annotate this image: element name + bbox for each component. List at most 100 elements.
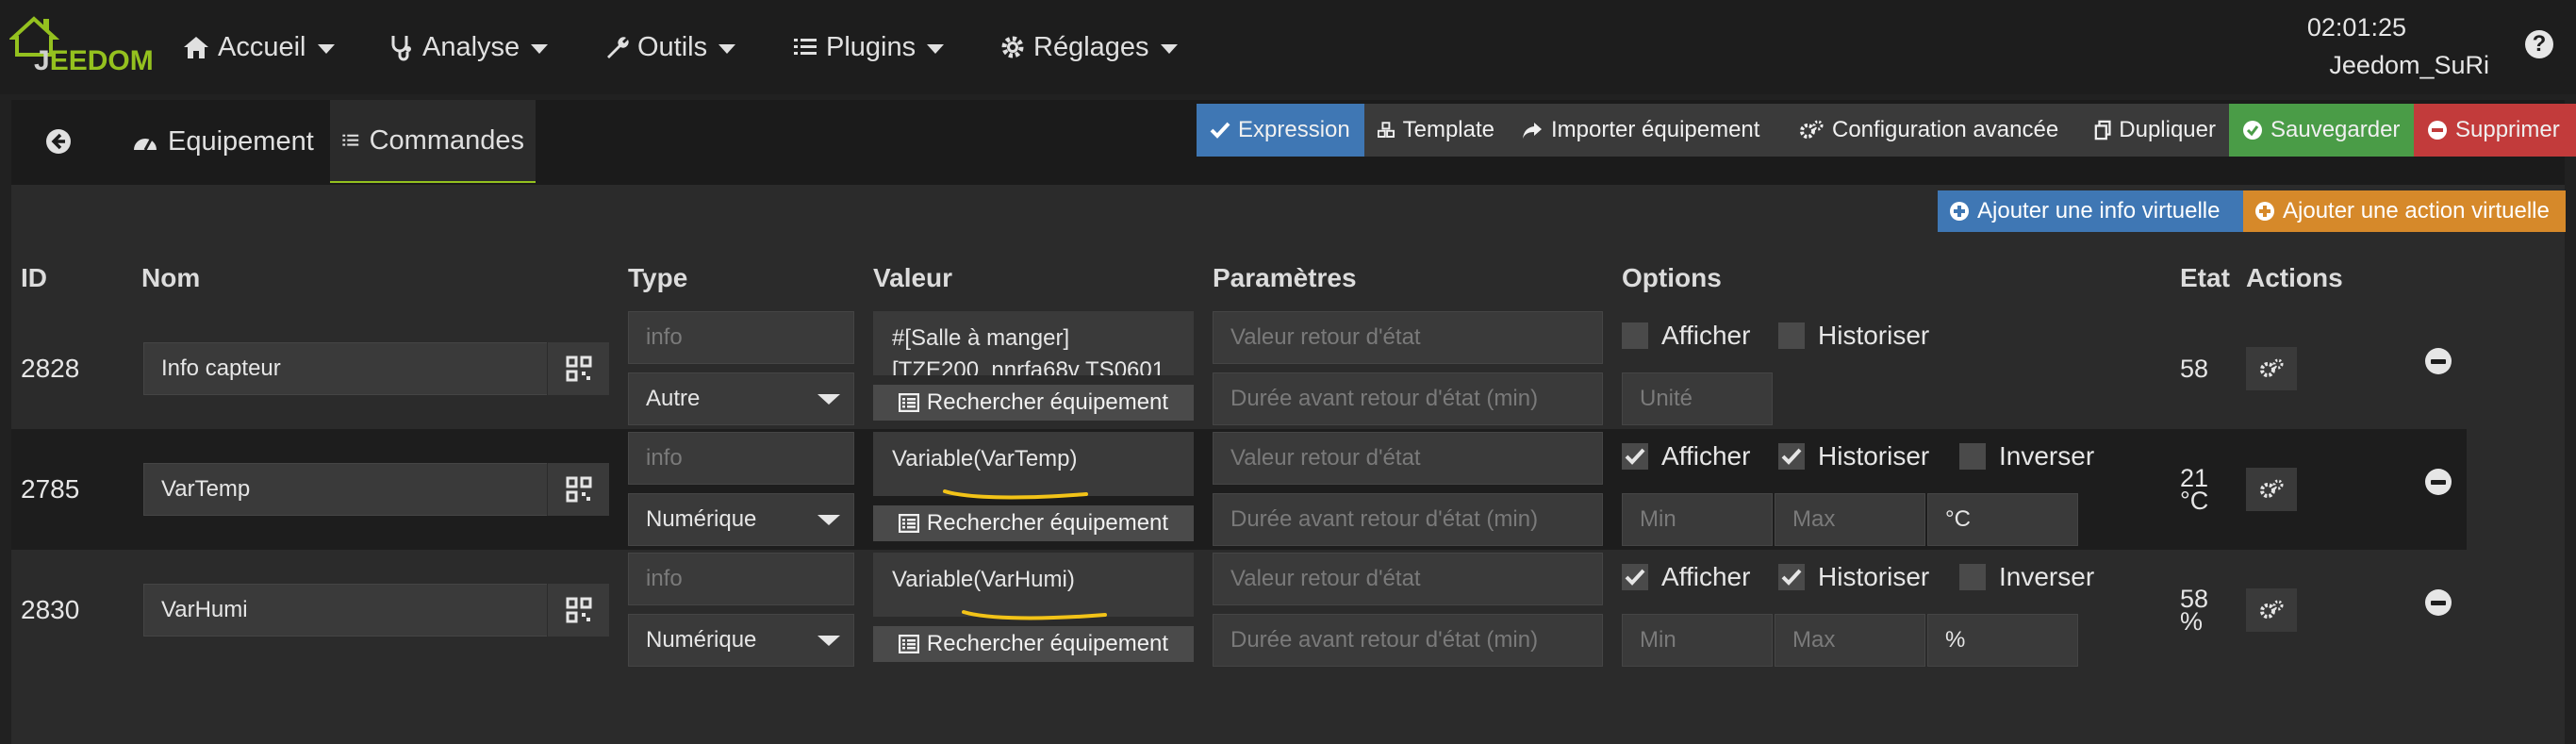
search-equipment-button[interactable]: Rechercher équipement <box>873 505 1194 541</box>
cmd-value-field[interactable]: #[Salle à manger] [TZE200_nnrfa68v TS060… <box>873 311 1194 375</box>
tab-commandes[interactable]: Commandes <box>330 100 536 183</box>
back-tab[interactable] <box>30 100 96 183</box>
remove-command-icon[interactable] <box>2425 348 2452 374</box>
search-equipment-button[interactable]: Rechercher équipement <box>873 385 1194 421</box>
historiser-checkbox[interactable]: Historiser <box>1778 562 1929 592</box>
cogs-icon <box>2260 479 2284 498</box>
cmd-subtype-select[interactable]: Numérique <box>628 493 854 546</box>
add-virtual-action-button[interactable]: Ajouter une action virtuelle <box>2243 190 2566 232</box>
menu-accueil[interactable]: Accueil <box>182 28 335 66</box>
unit-input[interactable]: % <box>1927 614 2078 667</box>
duplicate-label: Dupliquer <box>2119 117 2216 142</box>
clock: 02:01:25 <box>2306 13 2406 41</box>
configure-command-button[interactable] <box>2246 588 2297 632</box>
checkbox-box <box>1778 322 1805 349</box>
menu-analyse[interactable]: Analyse <box>388 28 549 66</box>
state-value-line-2: °C <box>2180 487 2209 515</box>
cmd-id: 2785 <box>21 474 80 504</box>
cmd-name-input[interactable]: VarHumi <box>143 584 558 637</box>
menu-outils[interactable]: Outils <box>603 28 736 66</box>
plus-circle-icon <box>2255 202 2274 221</box>
return-value-input[interactable]: Valeur retour d'état <box>1213 432 1603 485</box>
afficher-checkbox[interactable]: Afficher <box>1622 321 1750 351</box>
tab-equipement[interactable]: Equipement <box>121 100 325 183</box>
add-virtual-info-button[interactable]: Ajouter une info virtuelle <box>1938 190 2243 232</box>
tab-equipement-label: Equipement <box>168 125 314 157</box>
arrow-circle-left-icon <box>46 129 71 154</box>
jeedom-logo[interactable]: JEEDOM <box>9 13 154 79</box>
cmd-subtype-select[interactable]: Autre <box>628 372 854 425</box>
menu-outils-label: Outils <box>637 31 708 62</box>
menu-plugins[interactable]: Plugins <box>792 28 945 66</box>
cmd-name-input[interactable]: Info capteur <box>143 342 558 395</box>
cmd-name-input[interactable]: VarTemp <box>143 463 558 516</box>
duplicate-button[interactable]: Dupliquer <box>2081 104 2229 157</box>
select-icon-button[interactable] <box>547 463 609 516</box>
username[interactable]: Jeedom_SuRi <box>2329 51 2489 80</box>
delete-button[interactable]: Supprimer <box>2414 104 2576 157</box>
menu-analyse-label: Analyse <box>422 31 520 62</box>
cmd-id: 2830 <box>21 595 80 624</box>
advanced-config-label: Configuration avancée <box>1832 117 2059 142</box>
top-navbar: JEEDOM Accueil Analyse Outils Plugins Ré… <box>0 0 2576 94</box>
return-delay-input[interactable]: Durée avant retour d'état (min) <box>1213 614 1603 667</box>
remove-command-icon[interactable] <box>2425 469 2452 495</box>
inverser-checkbox[interactable]: Inverser <box>1959 441 2094 471</box>
historiser-checkbox[interactable]: Historiser <box>1778 441 1929 471</box>
save-label: Sauvegarder <box>2271 117 2401 142</box>
list-alt-icon <box>898 514 919 533</box>
cmd-type-input[interactable]: info <box>628 311 854 364</box>
advanced-config-button[interactable]: Configuration avancée <box>1785 104 2081 157</box>
unit-input[interactable]: Unité <box>1622 372 1773 425</box>
caret-down-icon <box>817 635 840 646</box>
return-value-input[interactable]: Valeur retour d'état <box>1213 311 1603 364</box>
inverser-label: Inverser <box>1999 441 2095 471</box>
chevron-down-icon <box>531 43 549 54</box>
max-input[interactable]: Max <box>1775 614 1925 667</box>
cmd-value-field[interactable]: Variable(VarTemp) <box>873 432 1194 496</box>
return-delay-input[interactable]: Durée avant retour d'état (min) <box>1213 493 1603 546</box>
cmd-value-field[interactable]: Variable(VarHumi) <box>873 553 1194 617</box>
help-icon[interactable]: ? <box>2525 30 2553 58</box>
template-label: Template <box>1402 117 1494 142</box>
cmd-type-input[interactable]: info <box>628 432 854 485</box>
chevron-down-icon <box>1160 43 1178 54</box>
add-virtual-info-label: Ajouter une info virtuelle <box>1977 198 2221 223</box>
configure-command-button[interactable] <box>2246 468 2297 511</box>
cmd-type-input[interactable]: info <box>628 553 854 605</box>
inverser-checkbox[interactable]: Inverser <box>1959 562 2094 592</box>
save-button[interactable]: Sauvegarder <box>2229 104 2414 157</box>
cmd-subtype-select[interactable]: Numérique <box>628 614 854 667</box>
expression-button[interactable]: Expression <box>1197 104 1364 157</box>
afficher-checkbox[interactable]: Afficher <box>1622 562 1750 592</box>
remove-command-icon[interactable] <box>2425 589 2452 616</box>
checkbox-box <box>1959 564 1986 590</box>
checkbox-box <box>1622 443 1648 470</box>
checkbox-box <box>1622 322 1648 349</box>
subtype-value: Autre <box>646 386 701 411</box>
afficher-checkbox[interactable]: Afficher <box>1622 441 1750 471</box>
max-input[interactable]: Max <box>1775 493 1925 546</box>
select-icon-button[interactable] <box>547 342 609 395</box>
min-input[interactable]: Min <box>1622 614 1773 667</box>
unit-input[interactable]: °C <box>1927 493 2078 546</box>
stethoscope-icon <box>391 36 411 61</box>
state-value: 58 % <box>2180 587 2208 635</box>
qrcode-icon <box>566 355 591 382</box>
cubes-icon <box>1378 122 1395 138</box>
col-header-type: Type <box>628 263 688 292</box>
historiser-checkbox[interactable]: Historiser <box>1778 321 1929 351</box>
import-equipment-label: Importer équipement <box>1551 117 1760 142</box>
import-equipment-button[interactable]: Importer équipement <box>1508 104 1785 157</box>
template-button[interactable]: Template <box>1364 104 1508 157</box>
search-equipment-button[interactable]: Rechercher équipement <box>873 626 1194 662</box>
afficher-label: Afficher <box>1661 321 1751 350</box>
min-input[interactable]: Min <box>1622 493 1773 546</box>
menu-reglages[interactable]: Réglages <box>999 28 1178 66</box>
return-value-input[interactable]: Valeur retour d'état <box>1213 553 1603 605</box>
configure-command-button[interactable] <box>2246 347 2297 390</box>
chevron-down-icon <box>317 43 335 54</box>
return-delay-input[interactable]: Durée avant retour d'état (min) <box>1213 372 1603 425</box>
select-icon-button[interactable] <box>547 584 609 637</box>
add-virtual-action-label: Ajouter une action virtuelle <box>2283 198 2550 223</box>
